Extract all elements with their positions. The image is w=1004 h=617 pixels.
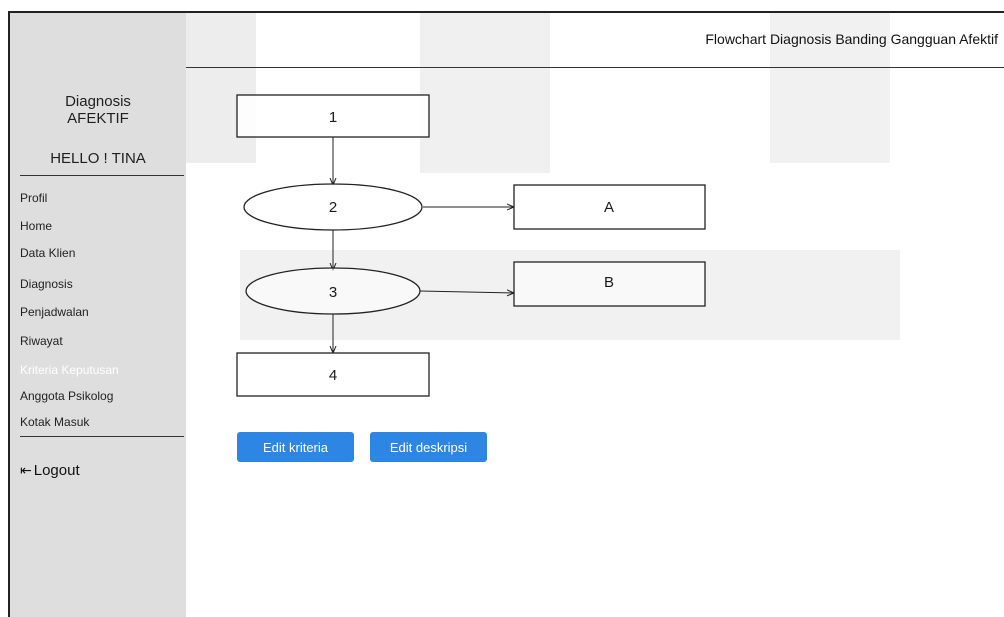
edit-criteria-button[interactable]: Edit kriteria xyxy=(237,432,354,462)
flow-node-A-label: A xyxy=(604,199,614,216)
flowchart: 1 2 A 3 B 4 xyxy=(236,94,706,397)
flow-edge-3-B xyxy=(419,291,514,293)
flow-node-1-label: 1 xyxy=(329,109,337,126)
edit-description-button[interactable]: Edit deskripsi xyxy=(370,432,487,462)
flow-node-B-label: B xyxy=(604,274,614,291)
flow-node-3-label: 3 xyxy=(329,284,337,301)
flow-node-2-label: 2 xyxy=(329,199,337,216)
flow-node-4-label: 4 xyxy=(329,367,337,384)
